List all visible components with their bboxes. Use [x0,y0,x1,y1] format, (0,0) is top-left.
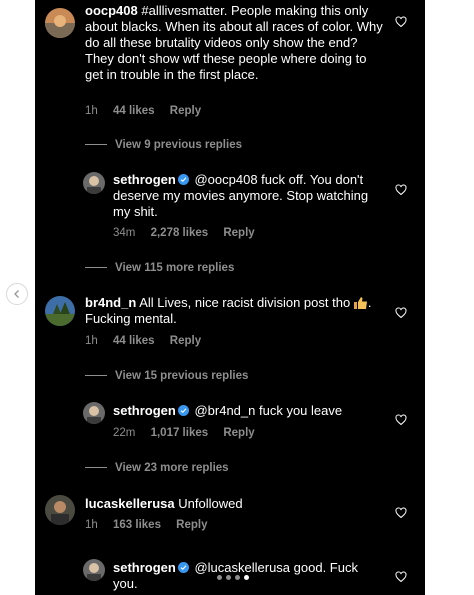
view-replies-label: View 15 previous replies [115,370,249,382]
comment-likes[interactable]: 44 likes [113,335,155,347]
comment-likes[interactable]: 163 likes [113,519,161,531]
heart-icon [395,507,407,519]
reply-button[interactable]: Reply [170,105,201,117]
comment-username[interactable]: lucaskellerusa [85,496,175,511]
like-button[interactable] [395,16,407,28]
view-replies-button[interactable]: View 115 more replies [85,261,234,275]
reply-text: sethrogen @br4nd_n fuck you leave [113,403,383,419]
view-replies-button[interactable]: View 15 previous replies [85,369,248,383]
comment-username[interactable]: sethrogen [113,172,176,187]
avatar-image [45,8,75,38]
divider-line [85,267,107,269]
comment-body: @br4nd_n fuck you leave [194,403,343,418]
view-replies-button[interactable]: View 23 more replies [85,461,229,475]
divider-line [85,375,107,377]
comment-time: 34m [113,227,136,239]
verified-badge-icon [177,174,189,185]
avatar[interactable] [83,172,105,194]
comment-time: 22m [113,427,136,439]
comment-text: br4nd_n All Lives, nice racist division … [85,295,385,327]
avatar-image [83,559,105,581]
comment-username[interactable]: oocp408 [85,3,138,18]
avatar[interactable] [45,296,75,326]
comment-username[interactable]: sethrogen [113,403,176,418]
comments-panel: oocp408 #alllivesmatter. People making t… [35,0,425,595]
carousel-dot[interactable] [217,575,222,580]
avatar-image [45,495,75,525]
avatar[interactable] [45,8,75,38]
comment-likes[interactable]: 2,278 likes [151,227,209,239]
carousel-dot[interactable] [226,575,231,580]
comment-time: 1h [85,105,98,117]
avatar[interactable] [83,559,105,581]
comment-meta: 1h 44 likes Reply [85,104,213,118]
previous-slide-button[interactable] [6,283,28,305]
heart-icon [395,16,407,28]
comment-body: Unfollowed [178,496,243,511]
reply-button[interactable]: Reply [223,427,254,439]
heart-icon [395,307,407,319]
like-button[interactable] [395,184,407,196]
comment-text: oocp408 #alllivesmatter. People making t… [85,3,385,83]
thumbs-up-icon [353,297,368,309]
avatar[interactable] [45,495,75,525]
reply-button[interactable]: Reply [223,227,254,239]
avatar-image [83,172,105,194]
view-replies-label: View 23 more replies [115,462,229,474]
comment-text: lucaskellerusa Unfollowed [85,496,385,512]
view-replies-label: View 9 previous replies [115,139,242,151]
divider-line [85,467,107,469]
comment-username[interactable]: br4nd_n [85,295,136,310]
comment-time: 1h [85,519,98,531]
carousel-dot-active[interactable] [244,575,249,580]
comment-username[interactable]: sethrogen [113,560,176,575]
comment-likes[interactable]: 1,017 likes [151,427,209,439]
comment-meta: 34m 2,278 likes Reply [113,226,267,240]
carousel-indicator [217,575,249,580]
view-replies-button[interactable]: View 9 previous replies [85,138,242,152]
verified-badge-icon [177,405,189,416]
heart-icon [395,184,407,196]
verified-badge-icon [177,562,189,573]
view-replies-label: View 115 more replies [115,262,235,274]
comment-likes[interactable]: 44 likes [113,105,155,117]
divider-line [85,144,107,146]
avatar-image [83,402,105,424]
comment-meta: 1h 163 likes Reply [85,518,220,532]
reply-button[interactable]: Reply [170,335,201,347]
reply-button[interactable]: Reply [176,519,207,531]
like-button[interactable] [395,307,407,319]
chevron-left-icon [14,290,19,298]
comment-meta: 22m 1,017 likes Reply [113,426,267,440]
reply-text: sethrogen @oocp408 fuck off. You don't d… [113,172,383,220]
comment-body: All Lives, nice racist division post tho [139,295,351,310]
like-button[interactable] [395,571,407,583]
comment-time: 1h [85,335,98,347]
like-button[interactable] [395,414,407,426]
heart-icon [395,414,407,426]
carousel-dot[interactable] [235,575,240,580]
like-button[interactable] [395,507,407,519]
heart-icon [395,571,407,583]
avatar-image [45,296,75,326]
avatar[interactable] [83,402,105,424]
comment-meta: 1h 44 likes Reply [85,334,213,348]
